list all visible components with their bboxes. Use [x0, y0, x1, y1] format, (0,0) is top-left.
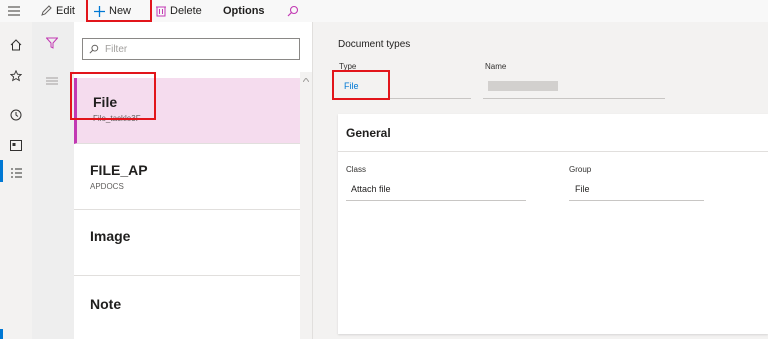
class-value[interactable]: Attach file [351, 184, 391, 194]
general-card: General Class Attach file Group File [338, 114, 768, 334]
edit-button[interactable]: Edit [40, 2, 75, 20]
detail-pane: Document types Type File Name General Cl… [313, 22, 768, 339]
type-highlight-box [332, 70, 390, 100]
section-divider [338, 151, 768, 152]
filter-field[interactable] [82, 38, 300, 60]
section-title-general[interactable]: General [346, 126, 391, 140]
list-rail [32, 22, 75, 339]
filter-input[interactable] [103, 42, 297, 56]
group-underline [569, 200, 704, 201]
options-label: Options [223, 5, 265, 17]
home-icon[interactable] [6, 36, 26, 54]
edit-label: Edit [56, 5, 75, 17]
hamburger-icon[interactable] [8, 2, 24, 20]
trash-icon [156, 6, 166, 17]
delete-button[interactable]: Delete [156, 2, 202, 20]
list-item[interactable]: File File_tackle3F [74, 78, 300, 144]
list-item[interactable]: Note [74, 276, 300, 339]
list-item-title: Image [90, 228, 131, 244]
list-item-title: FILE_AP [90, 162, 148, 178]
list-scrollbar[interactable] [300, 72, 312, 339]
list-item[interactable]: Image [74, 210, 300, 276]
plus-icon [94, 5, 105, 17]
list-item-title: File [93, 94, 118, 110]
name-underline [483, 98, 665, 99]
type-label: Type [339, 62, 357, 71]
new-label: New [109, 5, 132, 17]
group-label: Group [569, 165, 592, 174]
action-pane: Edit New Delete Options [0, 0, 768, 23]
nav-selection-indicator-bottom [0, 329, 3, 339]
list-view-icon[interactable] [46, 72, 58, 90]
filter-icon[interactable] [45, 36, 59, 54]
list-item-subtitle: APDOCS [90, 182, 124, 191]
search-icon[interactable] [287, 2, 303, 20]
new-button[interactable]: New [94, 2, 131, 20]
search-icon [89, 44, 99, 54]
list-icon[interactable] [6, 164, 26, 182]
list-item-title: Note [90, 296, 122, 312]
type-underline [338, 98, 471, 99]
delete-label: Delete [170, 5, 202, 17]
list-pane: File File_tackle3F FILE_AP APDOCS Image … [70, 22, 313, 339]
class-underline [346, 200, 526, 201]
name-label: Name [485, 62, 507, 71]
star-icon[interactable] [6, 67, 26, 85]
options-button[interactable]: Options [223, 2, 265, 20]
group-value[interactable]: File [575, 184, 590, 194]
name-value-redacted [488, 81, 558, 91]
navigation-rail [0, 22, 33, 339]
workspace-icon[interactable] [6, 136, 26, 154]
class-label: Class [346, 165, 367, 174]
scroll-up-icon[interactable] [303, 78, 309, 82]
clock-icon[interactable] [6, 106, 26, 124]
nav-selection-indicator [0, 160, 3, 182]
pencil-icon [41, 5, 52, 16]
type-value[interactable]: File [344, 81, 359, 91]
page-caption: Document types [338, 39, 411, 50]
list-item[interactable]: FILE_AP APDOCS [74, 144, 300, 210]
list-item-subtitle: File_tackle3F [93, 114, 141, 123]
